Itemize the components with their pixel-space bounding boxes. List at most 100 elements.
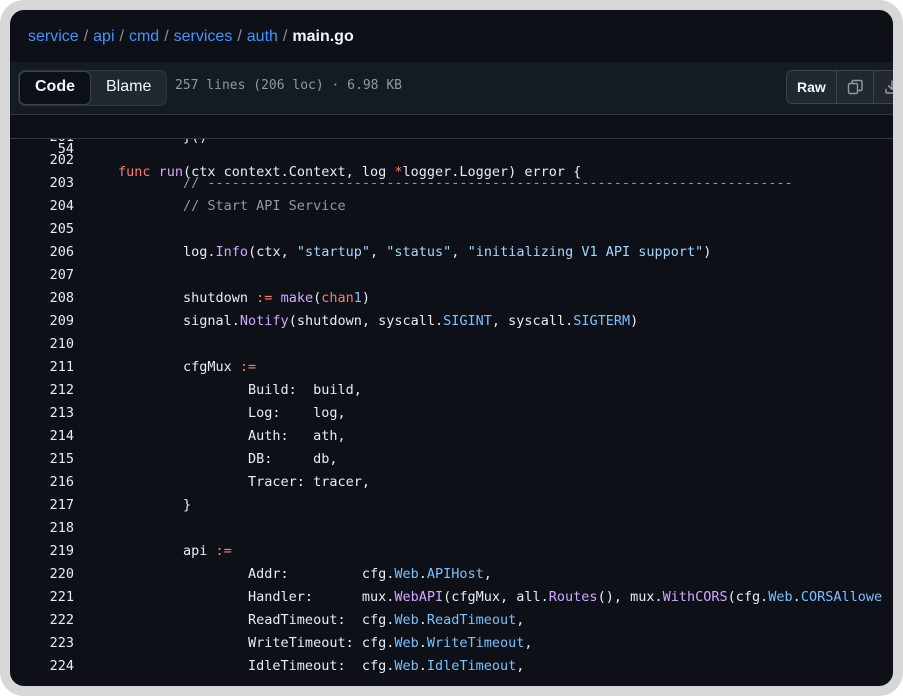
code-token: IdleTimeout: cfg. [118,658,395,674]
code-token: func [118,164,159,180]
code-line-row: 223 WriteTimeout: cfg.Web.WriteTimeout, [10,632,893,655]
breadcrumb: service / api / cmd / services / auth / main.go [28,28,354,46]
line-number[interactable]: 216 [10,471,74,494]
line-number[interactable]: 222 [10,609,74,632]
code-token: Log: log, [118,405,346,421]
breadcrumb-link-api[interactable]: api [93,28,114,45]
code-line: Handler: mux.WebAPI(cfgMux, all.Routes()… [118,586,882,609]
code-token: ) [361,290,371,306]
line-number[interactable]: 220 [10,563,74,586]
code-line: Addr: cfg.Web.APIHost, [118,563,492,586]
code-line-row: 207 [10,264,893,287]
code-token: WriteTimeout: cfg. [118,635,395,651]
code-line-row: 214 Auth: ath, [10,425,893,448]
code-token: CORSAllowe [800,589,883,605]
line-number[interactable]: 223 [10,632,74,655]
line-number[interactable]: 213 [10,402,74,425]
blame-tab[interactable]: Blame [91,71,166,103]
code-line: api := [118,540,232,563]
line-number[interactable]: 207 [10,264,74,287]
code-token: (ctx context.Context, log [183,164,395,180]
code-token: Web [394,635,419,651]
code-token: WebAPI [394,589,444,605]
code-line: Auth: ath, [118,425,346,448]
code-token: logger.Logger) error { [402,164,582,180]
code-line: cfgMux := [118,356,256,379]
line-number[interactable]: 54 [10,138,74,161]
file-toolbar: Code Blame 257 lines (206 loc) · 6.98 KB… [10,62,893,115]
code-line-row: 216 Tracer: tracer, [10,471,893,494]
code-token: Web [768,589,793,605]
code-token: APIHost [426,566,484,582]
line-number[interactable]: 211 [10,356,74,379]
code-line-row: 206 log.Info(ctx, "startup", "status", "… [10,241,893,264]
line-number[interactable]: 217 [10,494,74,517]
line-number[interactable]: 218 [10,517,74,540]
code-line: Log: log, [118,402,346,425]
raw-button[interactable]: Raw [787,71,837,103]
code-token: Web [394,658,419,674]
line-number[interactable]: 219 [10,540,74,563]
code-view[interactable]: 54 func run(ctx context.Context, log *lo… [10,115,893,686]
download-button[interactable] [874,71,893,103]
code-line-row: 215 DB: db, [10,448,893,471]
code-line-row: 209 signal.Notify(shutdown, syscall.SIGI… [10,310,893,333]
sticky-function-header[interactable]: 54 func run(ctx context.Context, log *lo… [10,115,893,180]
code-line: // Start API Service [118,195,346,218]
code-token: (cfgMux, all. [443,589,549,605]
file-actions: Raw [786,70,893,104]
code-line-row: 210 [10,333,893,356]
breadcrumb-link-cmd[interactable]: cmd [129,28,159,45]
line-number[interactable]: 221 [10,586,74,609]
code-line: shutdown := make(chan1) [118,287,370,310]
code-token: make [272,290,314,306]
code-token: log. [118,244,216,260]
breadcrumb-link-auth[interactable]: auth [247,28,278,45]
code-line: Build: build, [118,379,362,402]
code-token: , [370,244,387,260]
copy-button[interactable] [837,71,874,103]
line-number[interactable]: 210 [10,333,74,356]
code-token: Addr: cfg. [118,566,395,582]
code-line-row: 212 Build: build, [10,379,893,402]
code-token: := [256,290,273,306]
code-token: . [418,612,427,628]
code-token: . [792,589,801,605]
line-number[interactable]: 205 [10,218,74,241]
code-token: cfgMux [118,359,240,375]
code-line-row: 219 api := [10,540,893,563]
line-number[interactable]: 208 [10,287,74,310]
code-token: WriteTimeout [426,635,525,651]
code-token: api [118,543,216,559]
view-mode-toggle: Code Blame [18,70,168,106]
code-token: IdleTimeout [426,658,517,674]
code-token: ReadTimeout [426,612,517,628]
line-number[interactable]: 214 [10,425,74,448]
code-line-row: 218 [10,517,893,540]
line-number[interactable]: 215 [10,448,74,471]
code-token: ) [703,244,712,260]
code-line: ReadTimeout: cfg.Web.ReadTimeout, [118,609,524,632]
code-line: } [118,494,191,517]
code-token: 1 [353,290,362,306]
code-token: Handler: mux. [118,589,395,605]
line-number[interactable]: 212 [10,379,74,402]
code-line: WriteTimeout: cfg.Web.WriteTimeout, [118,632,533,655]
code-line-row: 204 // Start API Service [10,195,893,218]
code-tab[interactable]: Code [19,71,91,105]
code-token: ( [313,290,322,306]
breadcrumb-link-service[interactable]: service [28,28,79,45]
breadcrumb-current-file: main.go [292,28,354,45]
line-number[interactable]: 206 [10,241,74,264]
breadcrumb-link-services[interactable]: services [174,28,233,45]
code-token: run [158,164,184,180]
code-line-row: 217 } [10,494,893,517]
code-token: Web [394,612,419,628]
line-number[interactable]: 224 [10,655,74,678]
code-token: (), mux. [597,589,663,605]
code-line-row: 221 Handler: mux.WebAPI(cfgMux, all.Rout… [10,586,893,609]
code-token: , [483,566,492,582]
code-token: Build: build, [118,382,362,398]
line-number[interactable]: 209 [10,310,74,333]
code-token: ReadTimeout: cfg. [118,612,395,628]
